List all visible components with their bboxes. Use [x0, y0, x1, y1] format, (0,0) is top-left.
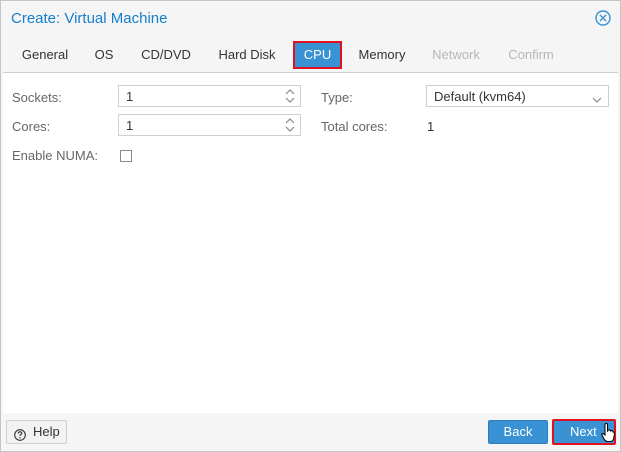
cpu-settings-panel: Sockets: 1 Cores: 1 Enable NUMA: Type: D…	[3, 72, 618, 413]
sockets-label: Sockets:	[12, 90, 62, 105]
chevron-down-icon[interactable]	[592, 92, 602, 103]
tab-general[interactable]: General	[14, 43, 76, 67]
dialog-title: Create: Virtual Machine	[11, 10, 168, 27]
sockets-value: 1	[126, 89, 134, 104]
cpu-type-select[interactable]: Default (kvm64)	[426, 85, 609, 107]
tab-confirm: Confirm	[508, 47, 554, 62]
type-label: Type:	[321, 90, 353, 105]
total-cores-value: 1	[427, 119, 435, 134]
tab-network: Network	[432, 47, 480, 62]
hand-pointer-icon	[601, 423, 615, 443]
tab-memory[interactable]: Memory	[352, 43, 412, 67]
next-button-label: Next	[570, 424, 597, 439]
tab-cd-dvd[interactable]: CD/DVD	[133, 43, 199, 67]
help-circle-icon	[14, 426, 26, 441]
tab-cpu[interactable]: CPU	[293, 41, 342, 69]
close-icon[interactable]	[595, 10, 611, 26]
cores-label: Cores:	[12, 119, 51, 134]
up-down-spinner-icon[interactable]	[283, 116, 297, 134]
dialog-titlebar: Create: Virtual Machine	[1, 1, 620, 35]
wizard-tabbar: General OS CD/DVD Hard Disk CPU Memory N…	[1, 39, 620, 71]
tab-hard-disk[interactable]: Hard Disk	[211, 43, 283, 67]
sockets-field[interactable]: 1	[118, 85, 301, 107]
create-vm-dialog: Create: Virtual Machine General OS CD/DV…	[0, 0, 621, 452]
cores-value: 1	[126, 118, 134, 133]
total-cores-label: Total cores:	[321, 119, 388, 134]
dialog-footer: Help Back Next	[1, 413, 620, 451]
enable-numa-label: Enable NUMA:	[12, 148, 98, 163]
tab-os[interactable]: OS	[87, 43, 121, 67]
cpu-type-value: Default (kvm64)	[434, 89, 526, 104]
back-button[interactable]: Back	[488, 420, 548, 444]
up-down-spinner-icon[interactable]	[283, 87, 297, 105]
cores-field[interactable]: 1	[118, 114, 301, 136]
enable-numa-checkbox[interactable]	[120, 150, 132, 162]
next-button[interactable]: Next	[552, 419, 616, 445]
help-button[interactable]: Help	[6, 420, 67, 444]
help-button-label: Help	[33, 424, 60, 439]
